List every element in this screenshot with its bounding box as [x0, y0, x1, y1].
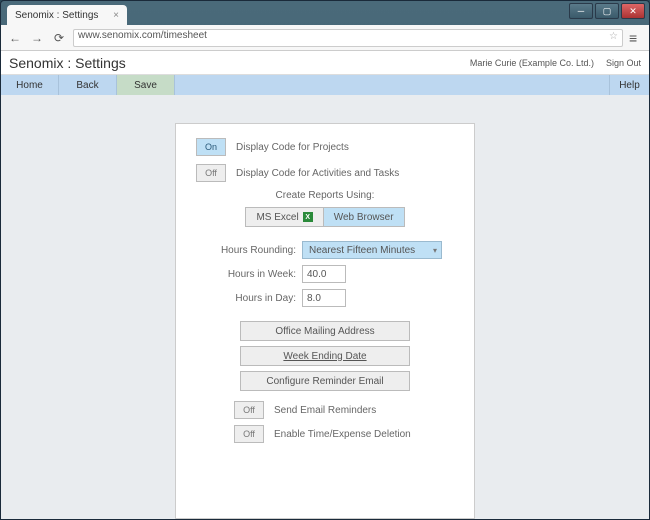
- send-reminders-label: Send Email Reminders: [274, 405, 376, 416]
- hours-day-label: Hours in Day:: [196, 293, 296, 304]
- option-rows: Off Send Email Reminders Off Enable Time…: [234, 401, 454, 443]
- browser-menu-icon[interactable]: ≡: [629, 30, 643, 46]
- settings-canvas: On Display Code for Projects Off Display…: [1, 95, 649, 519]
- display-projects-label: Display Code for Projects: [236, 142, 349, 153]
- ms-excel-label: MS Excel: [256, 212, 298, 223]
- display-projects-row: On Display Code for Projects: [196, 138, 454, 156]
- display-activities-toggle[interactable]: Off: [196, 164, 226, 182]
- home-button[interactable]: Home: [1, 75, 59, 95]
- tab-title: Senomix : Settings: [15, 10, 98, 21]
- ms-excel-option[interactable]: MS Excel X: [245, 207, 323, 227]
- nav-forward-icon[interactable]: →: [29, 30, 45, 46]
- hours-day-value: 8.0: [307, 293, 321, 304]
- window-controls: ─ ▢ ✕: [569, 3, 645, 19]
- help-button[interactable]: Help: [609, 75, 649, 95]
- nav-reload-icon[interactable]: ⟳: [51, 30, 67, 46]
- app-toolbar: Home Back Save Help: [1, 75, 649, 95]
- hours-rounding-label: Hours Rounding:: [196, 245, 296, 256]
- send-reminders-toggle[interactable]: Off: [234, 401, 264, 419]
- display-activities-label: Display Code for Activities and Tasks: [236, 168, 399, 179]
- hours-rounding-value: Nearest Fifteen Minutes: [309, 245, 415, 256]
- enable-deletion-toggle[interactable]: Off: [234, 425, 264, 443]
- web-browser-label: Web Browser: [334, 212, 394, 223]
- toolbar-spacer: [175, 75, 609, 95]
- window-close-button[interactable]: ✕: [621, 3, 645, 19]
- hours-rounding-row: Hours Rounding: Nearest Fifteen Minutes …: [196, 241, 454, 259]
- signout-link[interactable]: Sign Out: [606, 58, 641, 68]
- url-input[interactable]: www.senomix.com/timesheet ☆: [73, 29, 623, 47]
- url-text: www.senomix.com/timesheet: [78, 30, 207, 41]
- bookmark-star-icon[interactable]: ☆: [609, 31, 618, 42]
- page-title: Senomix : Settings: [9, 55, 126, 71]
- browser-toolbar: ← → ⟳ www.senomix.com/timesheet ☆ ≡: [1, 25, 649, 51]
- window-maximize-button[interactable]: ▢: [595, 3, 619, 19]
- enable-deletion-label: Enable Time/Expense Deletion: [274, 429, 411, 440]
- hours-day-row: Hours in Day: 8.0: [196, 289, 454, 307]
- app-header: Senomix : Settings Marie Curie (Example …: [1, 51, 649, 75]
- page-viewport: Senomix : Settings Marie Curie (Example …: [1, 51, 649, 519]
- week-ending-button[interactable]: Week Ending Date: [240, 346, 410, 366]
- configure-reminder-button[interactable]: Configure Reminder Email: [240, 371, 410, 391]
- send-reminders-row: Off Send Email Reminders: [234, 401, 454, 419]
- hours-day-input[interactable]: 8.0: [302, 289, 346, 307]
- tab-close-icon[interactable]: ×: [113, 10, 119, 21]
- user-info: Marie Curie (Example Co. Ltd.): [470, 58, 594, 68]
- hours-week-input[interactable]: 40.0: [302, 265, 346, 283]
- web-browser-option[interactable]: Web Browser: [324, 207, 405, 227]
- office-mailing-button[interactable]: Office Mailing Address: [240, 321, 410, 341]
- reports-toggle-group: MS Excel X Web Browser: [196, 207, 454, 227]
- excel-icon: X: [303, 212, 313, 222]
- display-projects-toggle[interactable]: On: [196, 138, 226, 156]
- hours-week-label: Hours in Week:: [196, 269, 296, 280]
- save-button[interactable]: Save: [117, 75, 175, 95]
- window-minimize-button[interactable]: ─: [569, 3, 593, 19]
- hours-week-value: 40.0: [307, 269, 326, 280]
- chevron-down-icon: ▾: [433, 246, 437, 255]
- hours-week-row: Hours in Week: 40.0: [196, 265, 454, 283]
- reports-section-title: Create Reports Using:: [196, 190, 454, 201]
- config-buttons: Office Mailing Address Week Ending Date …: [196, 321, 454, 391]
- nav-back-icon[interactable]: ←: [7, 30, 23, 46]
- browser-window: Senomix : Settings × ─ ▢ ✕ ← → ⟳ www.sen…: [0, 0, 650, 520]
- settings-panel: On Display Code for Projects Off Display…: [175, 123, 475, 519]
- browser-tab[interactable]: Senomix : Settings ×: [7, 5, 127, 25]
- back-button[interactable]: Back: [59, 75, 117, 95]
- enable-deletion-row: Off Enable Time/Expense Deletion: [234, 425, 454, 443]
- display-activities-row: Off Display Code for Activities and Task…: [196, 164, 454, 182]
- hours-rounding-select[interactable]: Nearest Fifteen Minutes ▾: [302, 241, 442, 259]
- browser-titlebar: Senomix : Settings × ─ ▢ ✕: [1, 1, 649, 25]
